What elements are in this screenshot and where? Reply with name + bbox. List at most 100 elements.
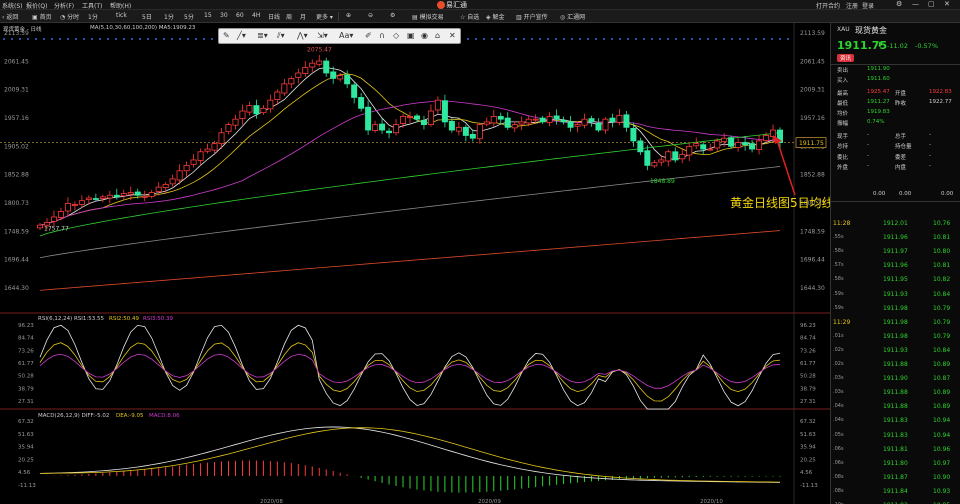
macd-axis-label-left: -11.13 xyxy=(18,483,36,489)
home-button[interactable]: ▣ 首页 xyxy=(32,12,52,21)
channel-icon[interactable]: ⫽▾ xyxy=(277,31,285,41)
candle-body xyxy=(637,140,644,153)
timeshare-button[interactable]: ◔ 分时 xyxy=(60,12,79,21)
period-label: tick xyxy=(116,12,127,19)
indicator-dot xyxy=(627,38,629,40)
more-button[interactable]: 更多 ▾ xyxy=(316,12,333,21)
info-tag[interactable]: 资讯 xyxy=(837,54,855,62)
tick-time: .02s xyxy=(833,361,844,367)
eraser-icon[interactable]: ◇ xyxy=(393,31,399,40)
candle-body xyxy=(567,121,574,128)
candle-body xyxy=(141,195,148,198)
period-weekly[interactable]: 周 xyxy=(286,12,292,21)
crosshair-icon[interactable]: ⊕ xyxy=(346,12,351,19)
candle-body xyxy=(616,114,623,123)
visibility-icon[interactable]: ◉ xyxy=(421,31,428,40)
settings-tool-icon[interactable]: ⚙ xyxy=(390,12,395,19)
indicator-dot xyxy=(707,38,709,40)
tick-volume: 10.82 xyxy=(933,276,951,284)
close-drawbar-icon[interactable]: ✕ xyxy=(449,31,456,40)
magnet-icon[interactable]: ∩ xyxy=(379,31,385,40)
gold-button[interactable]: ◈ 解金 xyxy=(486,12,505,21)
tick-time: .01s xyxy=(833,332,844,339)
sim-trade-button[interactable]: ▤ 模拟交易 xyxy=(412,12,444,21)
menu-analysis[interactable]: 分析(F) xyxy=(54,1,74,10)
line-icon[interactable]: ╱▾ xyxy=(237,31,246,40)
menu-help[interactable]: 帮助(H) xyxy=(110,1,131,10)
indicator-dot xyxy=(563,38,565,40)
candle-body xyxy=(78,200,85,205)
quote-value: 0.74% xyxy=(867,119,885,125)
tick-volume: 10.89 xyxy=(933,389,951,397)
open-account-button[interactable]: ▥ 开户宣传 xyxy=(516,12,548,21)
pattern-icon[interactable]: ⋀▾ xyxy=(297,31,308,40)
period-label: 5日 xyxy=(142,14,152,21)
rsi-axis-label-left: 96.23 xyxy=(18,323,34,329)
zoom-icon[interactable]: ⊖ xyxy=(368,12,373,19)
quote-label: 委差 xyxy=(895,155,907,161)
login-link[interactable]: 登录 xyxy=(862,1,874,10)
period-5day[interactable]: 5日 xyxy=(142,12,152,21)
indicator-dot xyxy=(659,38,661,40)
menu-tools[interactable]: 工具(T) xyxy=(82,1,102,10)
watchlist-button[interactable]: ☆ 自选 xyxy=(460,12,479,21)
period-1min-a[interactable]: 1分 xyxy=(88,12,98,21)
price-axis-label-left: 1957.16 xyxy=(4,115,29,122)
period-daily[interactable]: 日线 xyxy=(268,12,280,21)
period-monthly[interactable]: 月 xyxy=(300,12,306,21)
tick-price: 1911.93 xyxy=(883,290,908,298)
indicator-dot xyxy=(27,38,29,40)
indicator-dot xyxy=(131,38,133,40)
candle-body xyxy=(644,150,651,166)
candle-body xyxy=(518,121,525,125)
period-1min[interactable]: 1分 xyxy=(164,12,174,21)
lock-icon[interactable]: ⌂ xyxy=(435,31,440,40)
back-label: 返回 xyxy=(6,14,19,21)
price-axis-label-right: 1957.16 xyxy=(800,115,825,122)
candle-body xyxy=(162,183,169,189)
rsi-axis-label-right: 61.77 xyxy=(800,361,816,367)
rsi-axis-label-left: 27.31 xyxy=(18,399,34,405)
period-60min[interactable]: 60 xyxy=(236,12,244,19)
candle-body xyxy=(372,124,379,131)
minimize-icon[interactable]: — xyxy=(912,0,919,8)
candle-body xyxy=(742,142,749,146)
period-5min[interactable]: 5分 xyxy=(184,12,194,21)
indicator-dot xyxy=(771,38,773,40)
candle-body xyxy=(50,216,57,222)
tick-price: 1911.83 xyxy=(883,431,908,439)
candle-body xyxy=(539,117,546,123)
period-15min[interactable]: 15 xyxy=(204,12,212,19)
measure-icon[interactable]: ⇲▾ xyxy=(317,31,328,40)
kline-chart[interactable]: 2113.59 2113.592061.45 2061.452009.31 2009.… xyxy=(0,23,830,504)
pen-icon[interactable]: ✎ xyxy=(223,31,230,40)
settings-icon[interactable]: ⚙ xyxy=(896,0,902,8)
tick-time: .04s xyxy=(833,417,844,424)
text-icon[interactable]: Aa▾ xyxy=(339,31,353,40)
fxnews-button[interactable]: ◎ 汇通网 xyxy=(560,12,585,21)
candle-body xyxy=(169,178,176,185)
close-icon[interactable]: ✕ xyxy=(944,0,950,8)
period-tick[interactable]: tick xyxy=(116,12,127,19)
indicator-dot xyxy=(619,38,621,40)
brush-icon[interactable]: ✐ xyxy=(365,31,372,40)
menu-quote[interactable]: 报价(Q) xyxy=(26,1,47,10)
menu-system[interactable]: 系统(S) xyxy=(2,1,23,10)
delete-icon[interactable]: ▣ xyxy=(407,31,415,40)
back-button[interactable]: ‹ 返回 xyxy=(2,12,18,21)
register-link[interactable]: 注册 xyxy=(846,1,858,10)
candle-body xyxy=(190,159,197,165)
tick-time: .02s xyxy=(833,346,844,353)
period-4h[interactable]: 4H xyxy=(252,12,260,19)
candle-body xyxy=(672,151,679,161)
quote-label: 总持 xyxy=(837,144,849,150)
chart-area[interactable]: 2113.59 2113.59 2061.45 2061.45 2009.31 2009.… xyxy=(0,23,830,504)
period-30min[interactable]: 30 xyxy=(220,12,228,19)
toolbar: ‹ 返回 ▣ 首页 ◔ 分时 1分 tick 5日 1分 5分 15 30 60… xyxy=(0,10,960,23)
maximize-icon[interactable]: ▢ xyxy=(928,0,935,8)
down-arrow-icon: ⬇ xyxy=(877,41,883,49)
fib-icon[interactable]: ≣▾ xyxy=(257,31,268,40)
quote-label: 振幅 xyxy=(837,121,849,127)
open-contract-link[interactable]: 打开合约 xyxy=(816,1,840,10)
price-axis-label-right: 1748.59 xyxy=(800,228,825,235)
